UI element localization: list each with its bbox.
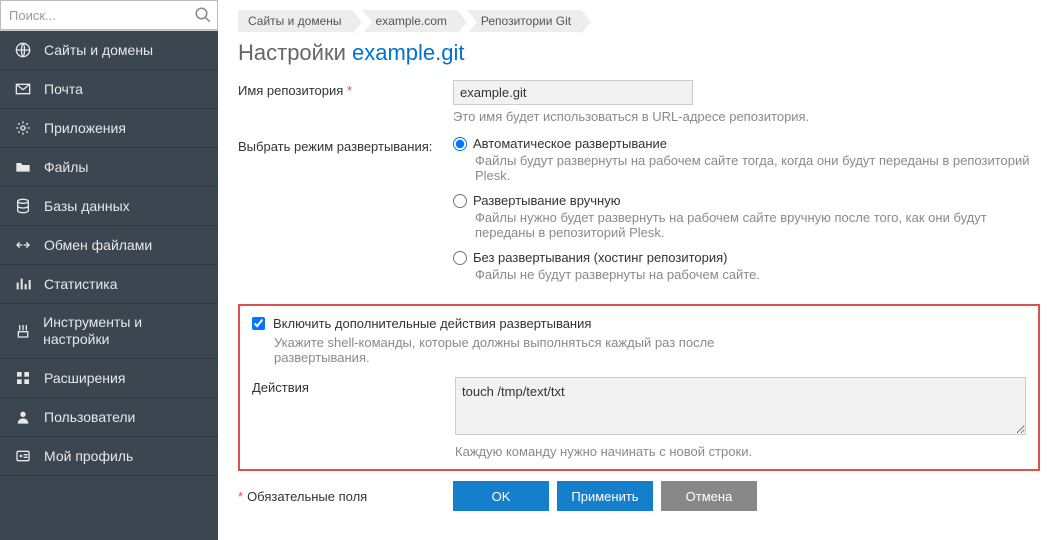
deploy-none-label: Без развертывания (хостинг репозитория) — [473, 250, 728, 265]
actions-textarea[interactable] — [455, 377, 1026, 435]
sidebar-item-label: Инструменты и настройки — [43, 314, 204, 348]
required-note: *Обязательные поля — [238, 489, 453, 504]
extra-actions-highlight: Включить дополнительные действия разверт… — [238, 304, 1040, 471]
folder-icon — [14, 158, 32, 176]
sidebar-item-label: Сайты и домены — [44, 42, 153, 58]
deploy-none-desc: Файлы не будут развернуты на рабочем сай… — [475, 267, 1035, 282]
sidebar-item-sites[interactable]: Сайты и домены — [0, 31, 218, 70]
sidebar-item-apps[interactable]: Приложения — [0, 109, 218, 148]
sidebar-item-label: Файлы — [44, 159, 88, 175]
search-icon[interactable] — [194, 6, 212, 24]
sidebar-item-label: Приложения — [44, 120, 126, 136]
deploy-mode-label: Выбрать режим развертывания: — [238, 136, 453, 154]
search-input[interactable] — [0, 0, 218, 30]
main-content: Сайты и домены example.com Репозитории G… — [218, 0, 1060, 540]
page-title-repo: example.git — [352, 40, 465, 65]
deploy-auto-label: Автоматическое развертывание — [473, 136, 667, 151]
deploy-none-radio[interactable] — [453, 251, 467, 265]
sidebar: Сайты и домены Почта Приложения Файлы Ба… — [0, 0, 218, 540]
page-title-prefix: Настройки — [238, 40, 352, 65]
sidebar-item-label: Статистика — [44, 276, 118, 292]
sidebar-item-databases[interactable]: Базы данных — [0, 187, 218, 226]
search-box — [0, 0, 218, 31]
sidebar-item-label: Пользователи — [44, 409, 135, 425]
sidebar-item-label: Расширения — [44, 370, 125, 386]
sidebar-item-label: Почта — [44, 81, 83, 97]
crumb-git[interactable]: Репозитории Git — [467, 10, 581, 32]
sidebar-item-label: Мой профиль — [44, 448, 133, 464]
database-icon — [14, 197, 32, 215]
extra-actions-checkbox[interactable] — [252, 317, 265, 330]
sidebar-item-label: Обмен файлами — [44, 237, 152, 253]
crumb-domain[interactable]: example.com — [362, 10, 457, 32]
stats-icon — [14, 275, 32, 293]
share-icon — [14, 236, 32, 254]
apply-button[interactable]: Применить — [557, 481, 653, 511]
deploy-manual-radio[interactable] — [453, 194, 467, 208]
tools-icon — [14, 322, 31, 340]
mail-icon — [14, 80, 32, 98]
sidebar-item-extensions[interactable]: Расширения — [0, 359, 218, 398]
page-title: Настройки example.git — [238, 40, 1040, 66]
sidebar-item-stats[interactable]: Статистика — [0, 265, 218, 304]
deploy-manual-label: Развертывание вручную — [473, 193, 620, 208]
sidebar-item-filesharing[interactable]: Обмен файлами — [0, 226, 218, 265]
actions-label: Действия — [252, 377, 455, 395]
crumb-sites[interactable]: Сайты и домены — [238, 10, 352, 32]
deploy-auto-radio[interactable] — [453, 137, 467, 151]
sidebar-item-tools[interactable]: Инструменты и настройки — [0, 304, 218, 359]
sidebar-item-files[interactable]: Файлы — [0, 148, 218, 187]
cancel-button[interactable]: Отмена — [661, 481, 757, 511]
deploy-auto-desc: Файлы будут развернуты на рабочем сайте … — [475, 153, 1035, 183]
profile-icon — [14, 447, 32, 465]
extra-actions-label: Включить дополнительные действия разверт… — [273, 316, 591, 331]
globe-icon — [14, 41, 32, 59]
sidebar-item-mail[interactable]: Почта — [0, 70, 218, 109]
repo-name-input[interactable] — [453, 80, 693, 105]
extra-actions-desc: Укажите shell-команды, которые должны вы… — [274, 335, 774, 365]
sidebar-item-label: Базы данных — [44, 198, 130, 214]
puzzle-icon — [14, 369, 32, 387]
repo-name-hint: Это имя будет использоваться в URL-адрес… — [453, 109, 1040, 124]
breadcrumb: Сайты и домены example.com Репозитории G… — [238, 10, 1040, 32]
sidebar-item-profile[interactable]: Мой профиль — [0, 437, 218, 476]
actions-hint: Каждую команду нужно начинать с новой ст… — [455, 444, 1026, 459]
user-icon — [14, 408, 32, 426]
ok-button[interactable]: OK — [453, 481, 549, 511]
deploy-manual-desc: Файлы нужно будет развернуть на рабочем … — [475, 210, 1035, 240]
sidebar-item-users[interactable]: Пользователи — [0, 398, 218, 437]
repo-name-label: Имя репозитория * — [238, 80, 453, 98]
gear-icon — [14, 119, 32, 137]
